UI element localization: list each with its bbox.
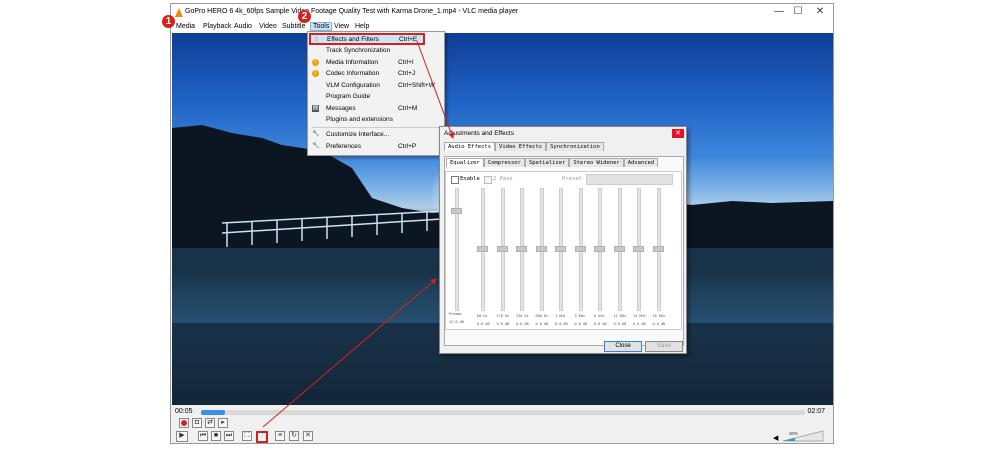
step-1-badge: 1 — [162, 15, 175, 28]
annotation-overlay — [262, 40, 455, 428]
annotation-arrow-button-to-dialog — [262, 278, 437, 428]
step-2-badge: 2 — [298, 10, 311, 23]
annotation-arrow-menu-to-dialog — [416, 40, 455, 139]
